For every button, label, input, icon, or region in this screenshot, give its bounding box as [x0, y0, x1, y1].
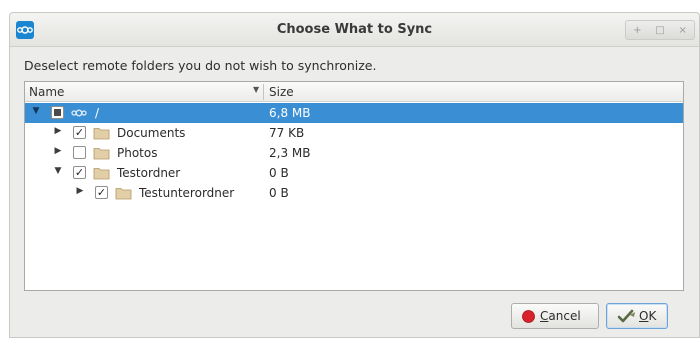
tree-row-testordner[interactable]: ▼ ✓ Testordner 0 B	[25, 163, 683, 183]
column-header-name[interactable]: Name	[29, 85, 64, 99]
ok-icon	[617, 309, 635, 323]
folder-tree[interactable]: Name ▼ Size ▼ / 6,8 MB ▶ ✓ Documents 77 …	[24, 81, 684, 291]
tree-row-testunterordner[interactable]: ▶ ✓ Testunterordner 0 B	[25, 183, 683, 203]
folder-icon	[93, 128, 110, 140]
ok-label: OK	[639, 309, 657, 323]
tree-row-photos[interactable]: ▶ Photos 2,3 MB	[25, 143, 683, 163]
collapsed-arrow-icon[interactable]: ▶	[75, 186, 85, 196]
checkbox-unchecked[interactable]	[73, 146, 86, 159]
row-size: 0 B	[269, 186, 289, 200]
window-controls: + □ ×	[625, 20, 695, 40]
row-size: 0 B	[269, 166, 289, 180]
row-name: /	[95, 106, 100, 120]
maximize-icon[interactable]: +	[630, 25, 644, 36]
folder-icon	[93, 148, 110, 160]
row-name: Testordner	[117, 166, 181, 180]
ok-button[interactable]: OK	[606, 303, 668, 329]
checkbox-checked[interactable]: ✓	[73, 126, 86, 139]
tree-row-root[interactable]: ▼ / 6,8 MB	[25, 103, 683, 123]
cancel-icon	[522, 310, 535, 323]
sort-descending-icon: ▼	[253, 85, 260, 94]
expand-arrow-icon[interactable]: ▼	[53, 166, 63, 176]
sync-dialog: Choose What to Sync + □ × Deselect remot…	[9, 12, 700, 338]
cancel-button[interactable]: Cancel	[511, 303, 599, 329]
folder-icon	[115, 188, 132, 200]
row-size: 2,3 MB	[269, 146, 311, 160]
collapsed-arrow-icon[interactable]: ▶	[53, 146, 63, 156]
instruction-text: Deselect remote folders you do not wish …	[24, 58, 377, 73]
collapsed-arrow-icon[interactable]: ▶	[53, 126, 63, 136]
column-separator[interactable]	[263, 84, 264, 100]
expand-arrow-icon[interactable]: ▼	[31, 106, 41, 116]
row-size: 6,8 MB	[269, 106, 311, 120]
row-name: Photos	[117, 146, 158, 160]
close-icon[interactable]: ×	[676, 25, 690, 36]
cloud-icon	[71, 109, 87, 117]
title-bar[interactable]: Choose What to Sync + □ ×	[10, 13, 699, 47]
window-title: Choose What to Sync	[276, 22, 433, 37]
folder-icon	[93, 168, 110, 180]
row-size: 77 KB	[269, 126, 305, 140]
tree-row-documents[interactable]: ▶ ✓ Documents 77 KB	[25, 123, 683, 143]
checkbox-partial[interactable]	[51, 106, 64, 119]
row-name: Testunterordner	[139, 186, 235, 200]
row-name: Documents	[117, 126, 186, 140]
cancel-label: Cancel	[540, 309, 581, 323]
column-header-size[interactable]: Size	[269, 85, 294, 99]
checkbox-checked[interactable]: ✓	[95, 186, 108, 199]
tree-header: Name ▼ Size	[25, 82, 683, 102]
checkbox-checked[interactable]: ✓	[73, 166, 86, 179]
restore-icon[interactable]: □	[653, 25, 667, 36]
